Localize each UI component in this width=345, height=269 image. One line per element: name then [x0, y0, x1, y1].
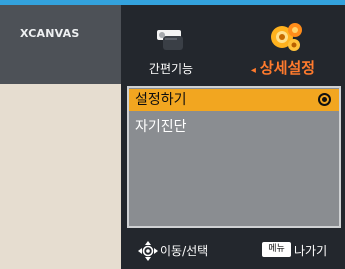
- remote-control-icon: [155, 26, 187, 56]
- tab-detailed-settings[interactable]: ◂ 상세설정: [221, 10, 345, 86]
- tab-simple-label: 간편기능: [148, 62, 194, 76]
- settings-menu-list: 설정하기 자기진단: [127, 86, 341, 228]
- menu-key-badge: 메뉴: [262, 242, 291, 257]
- brand-panel: XCANVAS: [0, 0, 121, 84]
- brand-logo: XCANVAS: [20, 27, 80, 40]
- menu-item-configure[interactable]: 설정하기: [129, 89, 339, 111]
- footer-hint-bar: 이동/선택 메뉴 나가기: [121, 232, 345, 269]
- exit-hint: 나가기: [294, 244, 328, 258]
- menu-item-label: 설정하기: [135, 92, 187, 108]
- menu-item-self-diagnosis[interactable]: 자기진단: [129, 116, 339, 138]
- nav-select-hint: 이동/선택: [160, 244, 209, 258]
- dpad-icon: [138, 241, 158, 265]
- menu-item-label: 자기진단: [135, 119, 187, 135]
- selected-tab-arrow-icon: ◂: [250, 65, 256, 76]
- tab-detail-text: 상세설정: [259, 59, 316, 77]
- tab-simple-functions[interactable]: 간편기능: [121, 10, 221, 86]
- tab-detail-label: ◂ 상세설정: [221, 57, 345, 78]
- radio-selected-icon: [318, 93, 331, 106]
- gears-icon: [269, 21, 303, 57]
